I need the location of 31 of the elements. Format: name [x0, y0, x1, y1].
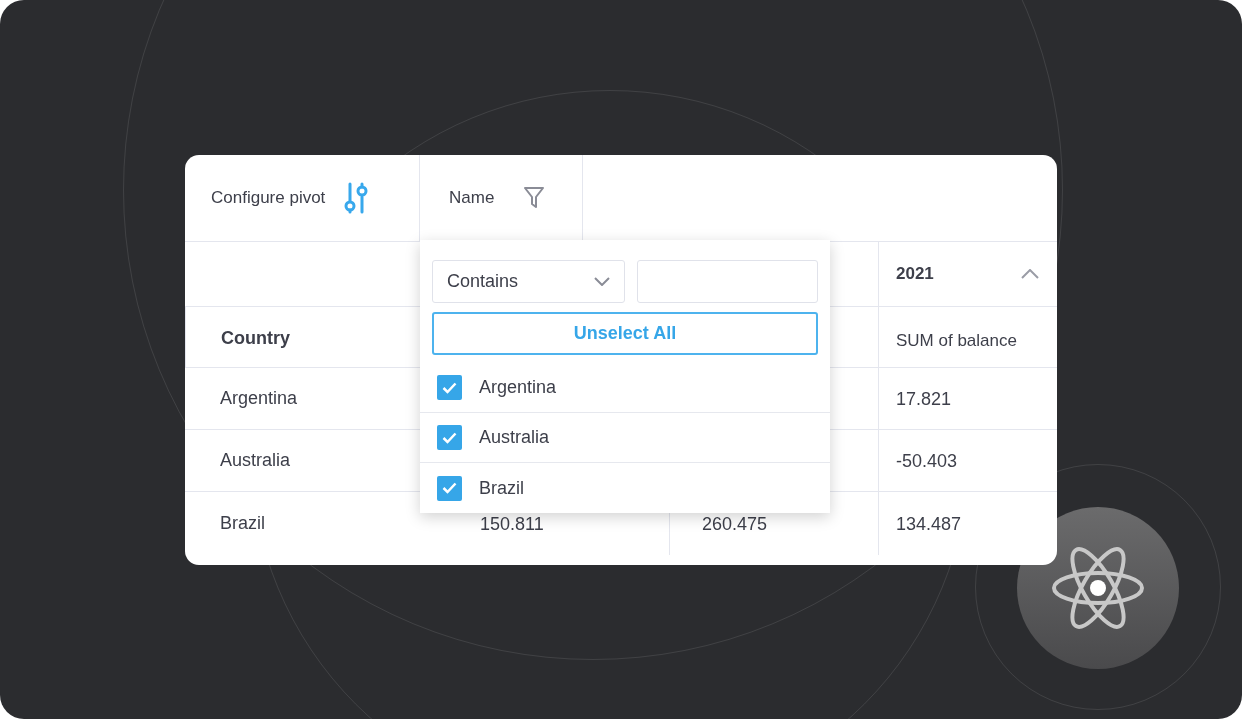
table-cell-text: -50.403 [896, 450, 958, 473]
option-label: Brazil [479, 476, 524, 500]
column-header: 2021 [896, 263, 934, 286]
checkmark-icon [442, 431, 457, 444]
table-cell-text: 150.811 [480, 513, 544, 536]
checkbox[interactable] [437, 475, 462, 501]
row-header: Australia [220, 449, 291, 472]
sliders-icon [343, 182, 370, 214]
filter-option[interactable]: Argentina [420, 363, 830, 413]
configure-pivot-button[interactable]: Configure pivot [185, 155, 420, 241]
column-subheader: SUM of balance [896, 330, 1017, 353]
checkbox[interactable] [437, 375, 462, 400]
chevron-down-icon [594, 277, 610, 286]
atom-icon [1051, 546, 1145, 630]
table-cell-text: 134.487 [896, 513, 962, 536]
option-label: Argentina [479, 376, 557, 399]
filter-icon [524, 187, 545, 209]
row-header: Brazil [220, 512, 265, 535]
table-cell-text: 260.475 [702, 513, 768, 536]
checkmark-icon [442, 381, 457, 394]
filter-option[interactable]: Australia [420, 413, 830, 463]
column-header: Country [221, 327, 290, 350]
chevron-up-icon[interactable] [1021, 269, 1039, 279]
table-cell-text: 17.821 [896, 388, 952, 411]
checkmark-icon [442, 482, 457, 494]
row-header: Argentina [220, 387, 298, 410]
search-field[interactable] [637, 260, 818, 303]
filter-option[interactable]: Brazil [420, 463, 830, 513]
option-label: Australia [479, 426, 550, 449]
checkbox[interactable] [437, 425, 462, 450]
condition-dropdown[interactable]: Contains [432, 260, 625, 303]
